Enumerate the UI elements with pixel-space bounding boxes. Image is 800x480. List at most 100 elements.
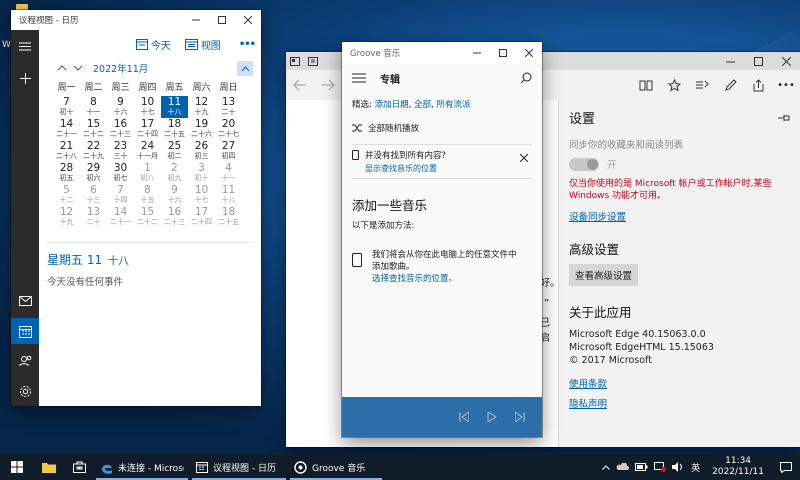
day-cell[interactable]: 14 二十一 bbox=[53, 118, 80, 140]
day-cell[interactable]: 7 初十 bbox=[53, 96, 80, 118]
start-button[interactable] bbox=[0, 454, 34, 480]
file-explorer-icon[interactable] bbox=[34, 454, 64, 480]
day-cell[interactable]: 9 十六 bbox=[107, 96, 134, 118]
day-cell[interactable]: 13 二十 bbox=[80, 206, 107, 228]
more-icon[interactable]: ••• bbox=[772, 71, 800, 99]
people-icon[interactable] bbox=[11, 350, 39, 372]
day-cell[interactable]: 24 十一月 bbox=[134, 140, 161, 162]
day-cell[interactable]: 14 二十一 bbox=[107, 206, 134, 228]
new-event-icon[interactable] bbox=[11, 68, 39, 88]
hub-icon[interactable] bbox=[688, 71, 716, 99]
day-cell[interactable]: 15 二十二 bbox=[80, 118, 107, 140]
view-button[interactable]: 视图 bbox=[184, 37, 221, 52]
view-advanced-settings-button[interactable]: 查看高级设置 bbox=[569, 264, 639, 286]
choose-location-link[interactable]: 选择查找音乐的位置。 bbox=[372, 273, 517, 285]
day-cell[interactable]: 17 二十四 bbox=[134, 118, 161, 140]
day-cell[interactable]: 11 十八 bbox=[215, 184, 242, 206]
taskbar-edge-button[interactable]: 未连接 - Microsof... bbox=[94, 454, 190, 480]
sync-toggle[interactable] bbox=[569, 157, 599, 171]
calendar-close-button[interactable] bbox=[235, 10, 261, 30]
day-cell[interactable]: 3 初十 bbox=[188, 162, 215, 184]
privacy-link[interactable]: 隐私声明 bbox=[569, 399, 607, 410]
store-icon[interactable] bbox=[64, 454, 94, 480]
day-cell[interactable]: 17 二十四 bbox=[188, 206, 215, 228]
favorite-star-icon[interactable] bbox=[660, 71, 688, 99]
today-button[interactable]: 今天 bbox=[135, 37, 171, 52]
filter-date-link[interactable]: 添加日期 bbox=[375, 100, 409, 110]
day-cell[interactable]: 5 十二 bbox=[53, 184, 80, 206]
day-cell[interactable]: 8 十五 bbox=[134, 184, 161, 206]
search-icon[interactable] bbox=[520, 72, 532, 84]
more-options-button[interactable]: ••• bbox=[239, 39, 256, 50]
previous-track-icon[interactable] bbox=[450, 403, 478, 431]
day-cell[interactable]: 18 二十五 bbox=[161, 118, 188, 140]
day-cell[interactable]: 10 十七 bbox=[134, 96, 161, 118]
day-cell[interactable]: 21 二十八 bbox=[53, 140, 80, 162]
network-warning-icon[interactable] bbox=[651, 454, 669, 480]
day-cell[interactable]: 2 初九 bbox=[161, 162, 188, 184]
day-cell[interactable]: 6 十三 bbox=[80, 184, 107, 206]
day-cell[interactable]: 13 二十 bbox=[215, 96, 242, 118]
day-cell[interactable]: 1 初八 bbox=[134, 162, 161, 184]
day-cell[interactable]: 23 三十 bbox=[107, 140, 134, 162]
day-cell[interactable]: 18 二十五 bbox=[215, 206, 242, 228]
taskbar-groove-button[interactable]: Groove 音乐 bbox=[288, 454, 384, 480]
edge-close-button[interactable] bbox=[772, 52, 800, 70]
shuffle-all-button[interactable]: 全部随机播放 bbox=[352, 122, 532, 134]
day-cell[interactable]: 9 十六 bbox=[161, 184, 188, 206]
pin-icon[interactable] bbox=[778, 114, 790, 122]
calendar-minimize-button[interactable] bbox=[183, 10, 209, 30]
forward-arrow-icon[interactable] bbox=[314, 71, 342, 99]
ime-indicator[interactable]: 英 bbox=[687, 454, 704, 480]
day-cell[interactable]: 4 十一 bbox=[215, 162, 242, 184]
reading-view-icon[interactable] bbox=[632, 71, 660, 99]
back-arrow-icon[interactable] bbox=[286, 71, 314, 99]
chevron-down-icon[interactable] bbox=[73, 65, 83, 71]
day-cell[interactable]: 8 十一 bbox=[80, 96, 107, 118]
day-cell[interactable]: 30 初七 bbox=[107, 162, 134, 184]
notice-close-icon[interactable] bbox=[520, 154, 528, 162]
onedrive-icon[interactable] bbox=[613, 454, 632, 480]
notice-link[interactable]: 显示查找音乐的位置 bbox=[365, 163, 532, 174]
day-cell[interactable]: 16 二十三 bbox=[161, 206, 188, 228]
mail-icon[interactable] bbox=[11, 290, 39, 312]
day-cell[interactable]: 10 十七 bbox=[188, 184, 215, 206]
action-center-icon[interactable] bbox=[772, 454, 800, 480]
chevron-up-icon[interactable] bbox=[599, 454, 613, 480]
groove-maximize-button[interactable] bbox=[490, 42, 516, 64]
day-cell[interactable]: 28 初五 bbox=[53, 162, 80, 184]
settings-gear-icon[interactable] bbox=[11, 380, 39, 402]
edge-minimize-button[interactable] bbox=[716, 52, 744, 70]
day-cell[interactable]: 22 二十九 bbox=[80, 140, 107, 162]
play-icon[interactable] bbox=[478, 403, 506, 431]
groove-minimize-button[interactable] bbox=[464, 42, 490, 64]
next-track-icon[interactable] bbox=[506, 403, 534, 431]
day-cell[interactable]: 7 十四 bbox=[107, 184, 134, 206]
day-cell[interactable]: 26 初三 bbox=[188, 140, 215, 162]
groove-close-button[interactable] bbox=[516, 42, 542, 64]
day-cell[interactable]: 11 十八 bbox=[161, 96, 188, 118]
hamburger-menu-icon[interactable] bbox=[352, 73, 366, 83]
volume-icon[interactable] bbox=[669, 454, 687, 480]
day-cell[interactable]: 20 二十七 bbox=[215, 118, 242, 140]
calendar-icon[interactable] bbox=[11, 318, 39, 344]
day-cell[interactable]: 15 二十二 bbox=[134, 206, 161, 228]
sync-settings-link[interactable]: 设备同步设置 bbox=[569, 212, 626, 223]
filter-all-link[interactable]: 全部 bbox=[414, 100, 431, 110]
share-icon[interactable] bbox=[744, 71, 772, 99]
day-cell[interactable]: 12 十九 bbox=[188, 96, 215, 118]
collapse-button[interactable] bbox=[237, 61, 253, 76]
day-cell[interactable]: 25 初二 bbox=[161, 140, 188, 162]
chevron-up-icon[interactable] bbox=[57, 65, 67, 71]
day-cell[interactable]: 16 二十三 bbox=[107, 118, 134, 140]
battery-icon[interactable] bbox=[632, 454, 651, 480]
day-cell[interactable]: 19 二十六 bbox=[188, 118, 215, 140]
day-cell[interactable]: 29 初六 bbox=[80, 162, 107, 184]
web-note-icon[interactable] bbox=[716, 71, 744, 99]
edge-maximize-button[interactable] bbox=[744, 52, 772, 70]
month-label[interactable]: 2022年11月 bbox=[93, 61, 148, 75]
taskbar-calendar-button[interactable]: 议程视图 - 日历 bbox=[190, 454, 288, 480]
terms-link[interactable]: 使用条款 bbox=[569, 379, 607, 390]
clock[interactable]: 11:34 2022/11/11 bbox=[704, 454, 772, 480]
filter-genre-link[interactable]: 所有流派 bbox=[436, 100, 470, 110]
